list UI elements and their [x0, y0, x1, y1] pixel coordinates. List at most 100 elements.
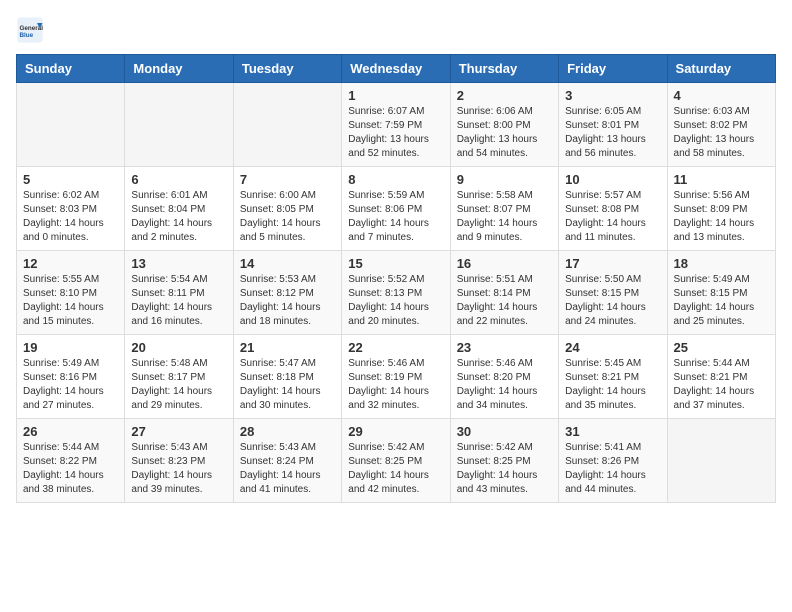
- calendar-cell: 18 Sunrise: 5:49 AM Sunset: 8:15 PM Dayli…: [667, 251, 775, 335]
- calendar-cell: 17 Sunrise: 5:50 AM Sunset: 8:15 PM Dayli…: [559, 251, 667, 335]
- calendar-cell: 25 Sunrise: 5:44 AM Sunset: 8:21 PM Dayli…: [667, 335, 775, 419]
- day-number: 6: [131, 172, 226, 187]
- column-header-saturday: Saturday: [667, 55, 775, 83]
- calendar-cell: 3 Sunrise: 6:05 AM Sunset: 8:01 PM Daylig…: [559, 83, 667, 167]
- svg-text:Blue: Blue: [20, 32, 34, 39]
- calendar-cell: 24 Sunrise: 5:45 AM Sunset: 8:21 PM Dayli…: [559, 335, 667, 419]
- calendar-cell: 1Sunrise: 6:07 AM Sunset: 7:59 PM Daylig…: [342, 83, 450, 167]
- calendar-cell: 30 Sunrise: 5:42 AM Sunset: 8:25 PM Dayli…: [450, 419, 558, 503]
- calendar-cell: 20 Sunrise: 5:48 AM Sunset: 8:17 PM Dayli…: [125, 335, 233, 419]
- day-number: 15: [348, 256, 443, 271]
- calendar-cell: 6 Sunrise: 6:01 AM Sunset: 8:04 PM Daylig…: [125, 167, 233, 251]
- day-number: 12: [23, 256, 118, 271]
- calendar-cell: 22 Sunrise: 5:46 AM Sunset: 8:19 PM Dayli…: [342, 335, 450, 419]
- calendar-cell: 28Sunrise: 5:43 AM Sunset: 8:24 PM Dayli…: [233, 419, 341, 503]
- calendar-cell: 7 Sunrise: 6:00 AM Sunset: 8:05 PM Daylig…: [233, 167, 341, 251]
- calendar-cell: 16 Sunrise: 5:51 AM Sunset: 8:14 PM Dayli…: [450, 251, 558, 335]
- calendar-week-row: 19 Sunrise: 5:49 AM Sunset: 8:16 PM Dayli…: [17, 335, 776, 419]
- calendar-cell: 11Sunrise: 5:56 AM Sunset: 8:09 PM Dayli…: [667, 167, 775, 251]
- calendar-cell: 27Sunrise: 5:43 AM Sunset: 8:23 PM Dayli…: [125, 419, 233, 503]
- calendar-cell: 2 Sunrise: 6:06 AM Sunset: 8:00 PM Daylig…: [450, 83, 558, 167]
- day-number: 22: [348, 340, 443, 355]
- day-info: Sunrise: 6:02 AM Sunset: 8:03 PM Dayligh…: [23, 189, 118, 245]
- day-number: 25: [674, 340, 769, 355]
- logo: General Blue: [16, 16, 44, 44]
- day-info: Sunrise: 5:50 AM Sunset: 8:15 PM Dayligh…: [565, 273, 660, 329]
- calendar-cell: 13 Sunrise: 5:54 AM Sunset: 8:11 PM Dayli…: [125, 251, 233, 335]
- column-header-friday: Friday: [559, 55, 667, 83]
- day-info: Sunrise: 5:49 AM Sunset: 8:16 PM Dayligh…: [23, 357, 118, 413]
- calendar-cell: [667, 419, 775, 503]
- day-info: Sunrise: 5:42 AM Sunset: 8:25 PM Dayligh…: [457, 441, 552, 497]
- calendar-cell: 23 Sunrise: 5:46 AM Sunset: 8:20 PM Dayli…: [450, 335, 558, 419]
- column-header-monday: Monday: [125, 55, 233, 83]
- column-header-sunday: Sunday: [17, 55, 125, 83]
- day-number: 14: [240, 256, 335, 271]
- calendar-week-row: 5 Sunrise: 6:02 AM Sunset: 8:03 PM Daylig…: [17, 167, 776, 251]
- calendar-cell: 31 Sunrise: 5:41 AM Sunset: 8:26 PM Dayli…: [559, 419, 667, 503]
- day-info: Sunrise: 5:46 AM Sunset: 8:19 PM Dayligh…: [348, 357, 443, 413]
- day-number: 28: [240, 424, 335, 439]
- day-number: 3: [565, 88, 660, 103]
- day-number: 1: [348, 88, 443, 103]
- day-info: Sunrise: 5:56 AM Sunset: 8:09 PM Dayligh…: [674, 189, 769, 245]
- calendar-table: SundayMondayTuesdayWednesdayThursdayFrid…: [16, 54, 776, 503]
- day-number: 2: [457, 88, 552, 103]
- calendar-cell: 21Sunrise: 5:47 AM Sunset: 8:18 PM Dayli…: [233, 335, 341, 419]
- day-info: Sunrise: 6:03 AM Sunset: 8:02 PM Dayligh…: [674, 105, 769, 161]
- day-info: Sunrise: 5:41 AM Sunset: 8:26 PM Dayligh…: [565, 441, 660, 497]
- day-info: Sunrise: 6:05 AM Sunset: 8:01 PM Dayligh…: [565, 105, 660, 161]
- day-number: 18: [674, 256, 769, 271]
- day-info: Sunrise: 5:53 AM Sunset: 8:12 PM Dayligh…: [240, 273, 335, 329]
- day-number: 13: [131, 256, 226, 271]
- calendar-cell: 26 Sunrise: 5:44 AM Sunset: 8:22 PM Dayli…: [17, 419, 125, 503]
- calendar-week-row: 1Sunrise: 6:07 AM Sunset: 7:59 PM Daylig…: [17, 83, 776, 167]
- calendar-cell: 14 Sunrise: 5:53 AM Sunset: 8:12 PM Dayli…: [233, 251, 341, 335]
- column-header-tuesday: Tuesday: [233, 55, 341, 83]
- day-number: 23: [457, 340, 552, 355]
- day-info: Sunrise: 5:44 AM Sunset: 8:21 PM Dayligh…: [674, 357, 769, 413]
- day-number: 17: [565, 256, 660, 271]
- calendar-cell: 12Sunrise: 5:55 AM Sunset: 8:10 PM Dayli…: [17, 251, 125, 335]
- day-number: 5: [23, 172, 118, 187]
- day-number: 30: [457, 424, 552, 439]
- column-header-thursday: Thursday: [450, 55, 558, 83]
- day-info: Sunrise: 6:00 AM Sunset: 8:05 PM Dayligh…: [240, 189, 335, 245]
- day-number: 10: [565, 172, 660, 187]
- calendar-cell: [17, 83, 125, 167]
- calendar-week-row: 26 Sunrise: 5:44 AM Sunset: 8:22 PM Dayli…: [17, 419, 776, 503]
- calendar-header-row: SundayMondayTuesdayWednesdayThursdayFrid…: [17, 55, 776, 83]
- day-number: 4: [674, 88, 769, 103]
- calendar-cell: [233, 83, 341, 167]
- day-info: Sunrise: 5:59 AM Sunset: 8:06 PM Dayligh…: [348, 189, 443, 245]
- day-info: Sunrise: 6:01 AM Sunset: 8:04 PM Dayligh…: [131, 189, 226, 245]
- day-info: Sunrise: 6:06 AM Sunset: 8:00 PM Dayligh…: [457, 105, 552, 161]
- day-info: Sunrise: 5:58 AM Sunset: 8:07 PM Dayligh…: [457, 189, 552, 245]
- day-number: 20: [131, 340, 226, 355]
- day-info: Sunrise: 5:46 AM Sunset: 8:20 PM Dayligh…: [457, 357, 552, 413]
- day-number: 8: [348, 172, 443, 187]
- day-info: Sunrise: 5:48 AM Sunset: 8:17 PM Dayligh…: [131, 357, 226, 413]
- day-info: Sunrise: 5:44 AM Sunset: 8:22 PM Dayligh…: [23, 441, 118, 497]
- calendar-week-row: 12Sunrise: 5:55 AM Sunset: 8:10 PM Dayli…: [17, 251, 776, 335]
- calendar-cell: 29Sunrise: 5:42 AM Sunset: 8:25 PM Dayli…: [342, 419, 450, 503]
- day-number: 29: [348, 424, 443, 439]
- day-number: 16: [457, 256, 552, 271]
- day-number: 24: [565, 340, 660, 355]
- day-number: 9: [457, 172, 552, 187]
- page-header: General Blue: [16, 16, 776, 44]
- day-info: Sunrise: 5:45 AM Sunset: 8:21 PM Dayligh…: [565, 357, 660, 413]
- day-info: Sunrise: 5:51 AM Sunset: 8:14 PM Dayligh…: [457, 273, 552, 329]
- logo-icon: General Blue: [16, 16, 44, 44]
- day-number: 19: [23, 340, 118, 355]
- calendar-cell: 5 Sunrise: 6:02 AM Sunset: 8:03 PM Daylig…: [17, 167, 125, 251]
- calendar-cell: 9 Sunrise: 5:58 AM Sunset: 8:07 PM Daylig…: [450, 167, 558, 251]
- calendar-cell: 19 Sunrise: 5:49 AM Sunset: 8:16 PM Dayli…: [17, 335, 125, 419]
- day-info: Sunrise: 5:54 AM Sunset: 8:11 PM Dayligh…: [131, 273, 226, 329]
- day-number: 7: [240, 172, 335, 187]
- day-number: 31: [565, 424, 660, 439]
- calendar-cell: [125, 83, 233, 167]
- day-info: Sunrise: 5:49 AM Sunset: 8:15 PM Dayligh…: [674, 273, 769, 329]
- day-number: 26: [23, 424, 118, 439]
- day-number: 21: [240, 340, 335, 355]
